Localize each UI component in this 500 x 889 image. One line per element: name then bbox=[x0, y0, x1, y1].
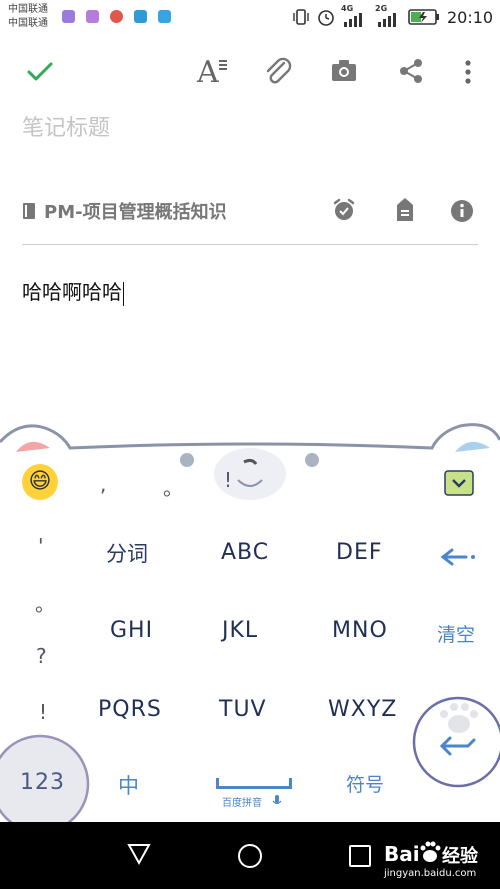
signal-1-icon bbox=[344, 13, 362, 27]
punc-apostrophe[interactable]: ' bbox=[38, 534, 44, 558]
enter-paw-key[interactable] bbox=[434, 702, 484, 768]
back-nav-icon[interactable] bbox=[126, 842, 152, 866]
notification-cloud-icon bbox=[158, 10, 171, 23]
key-123[interactable]: 123 bbox=[20, 770, 65, 795]
info-icon[interactable] bbox=[450, 199, 474, 223]
notebook-selector[interactable]: PM-项目管理概括知识 bbox=[22, 198, 227, 224]
status-bar: 中国联通 中国联通 4G 2G 20:10 bbox=[0, 0, 500, 34]
note-body-editor[interactable]: 哈哈啊哈哈 bbox=[22, 276, 124, 306]
text-cursor bbox=[123, 281, 124, 306]
notification-browser-icon bbox=[134, 10, 147, 23]
recents-nav-icon[interactable] bbox=[348, 844, 372, 868]
punc-question[interactable]: ? bbox=[36, 644, 47, 668]
emoji-icon[interactable]: 😄 bbox=[22, 464, 58, 500]
note-title-input[interactable]: 笔记标题 bbox=[22, 110, 110, 142]
space-bar[interactable] bbox=[216, 778, 292, 789]
ime-keyboard: 😄 , 。 ! ' 。 ? ! 分词 ABC DEF GHI JKL MNO 清… bbox=[0, 412, 500, 822]
notebook-icon bbox=[23, 203, 35, 219]
carrier-2: 中国联通 bbox=[8, 18, 48, 29]
check-icon[interactable] bbox=[26, 60, 54, 84]
baidu-paw-logo bbox=[420, 841, 441, 862]
header-divider bbox=[22, 244, 478, 245]
watermark-brand: Bai bbox=[384, 842, 420, 866]
battery-icon bbox=[408, 9, 439, 25]
vibrate-icon bbox=[293, 9, 309, 25]
key-zh[interactable]: 中 bbox=[118, 770, 139, 800]
key-tuv[interactable]: TUV bbox=[219, 697, 267, 722]
text-format-icon[interactable]: A bbox=[197, 55, 229, 90]
notification-weibo-icon bbox=[110, 10, 123, 23]
collapse-keyboard-icon[interactable] bbox=[444, 470, 474, 496]
notebook-name: PM-项目管理概括知识 bbox=[44, 202, 227, 223]
signal-2-icon bbox=[378, 13, 396, 27]
home-nav-icon[interactable] bbox=[236, 842, 264, 870]
camera-icon[interactable] bbox=[330, 58, 358, 84]
backspace-icon[interactable] bbox=[440, 546, 478, 568]
notification-gallery-icon bbox=[86, 10, 99, 23]
key-mno[interactable]: MNO bbox=[332, 618, 388, 643]
keyboard-bear-outline bbox=[0, 423, 500, 822]
navigation-bar: Bai 经验 jingyan.baidu.com bbox=[0, 822, 500, 889]
tag-icon[interactable] bbox=[395, 197, 415, 223]
key-abc[interactable]: ABC bbox=[221, 540, 269, 565]
carrier-1: 中国联通 bbox=[8, 4, 48, 15]
watermark-url: jingyan.baidu.com bbox=[384, 868, 477, 879]
key-wxyz[interactable]: WXYZ bbox=[328, 697, 397, 722]
note-body-text: 哈哈啊哈哈 bbox=[22, 280, 122, 304]
candidate-comma[interactable]: , bbox=[100, 472, 106, 496]
punc-exclaim[interactable]: ! bbox=[39, 700, 47, 724]
alarm-status-icon bbox=[318, 10, 334, 26]
candidate-period[interactable]: 。 bbox=[163, 472, 183, 501]
key-clear[interactable]: 清空 bbox=[437, 620, 475, 647]
key-fenci[interactable]: 分词 bbox=[106, 538, 148, 568]
reminder-icon[interactable] bbox=[332, 198, 356, 222]
key-jkl[interactable]: JKL bbox=[222, 618, 258, 643]
notification-app-icon bbox=[62, 10, 75, 23]
watermark-brand-2: 经验 bbox=[442, 846, 478, 867]
punc-period[interactable]: 。 bbox=[35, 588, 55, 617]
share-icon[interactable] bbox=[398, 58, 424, 84]
key-ghi[interactable]: GHI bbox=[110, 618, 153, 643]
more-icon[interactable] bbox=[462, 58, 474, 86]
candidate-exclaim[interactable]: ! bbox=[224, 468, 232, 492]
key-pqrs[interactable]: PQRS bbox=[98, 697, 162, 722]
clock: 20:10 bbox=[447, 8, 494, 27]
key-symbol[interactable]: 符号 bbox=[346, 770, 384, 797]
attachment-icon[interactable] bbox=[262, 56, 294, 88]
microphone-icon[interactable] bbox=[272, 794, 282, 808]
space-bar-label: 百度拼音 bbox=[222, 798, 262, 809]
key-def[interactable]: DEF bbox=[336, 540, 383, 565]
